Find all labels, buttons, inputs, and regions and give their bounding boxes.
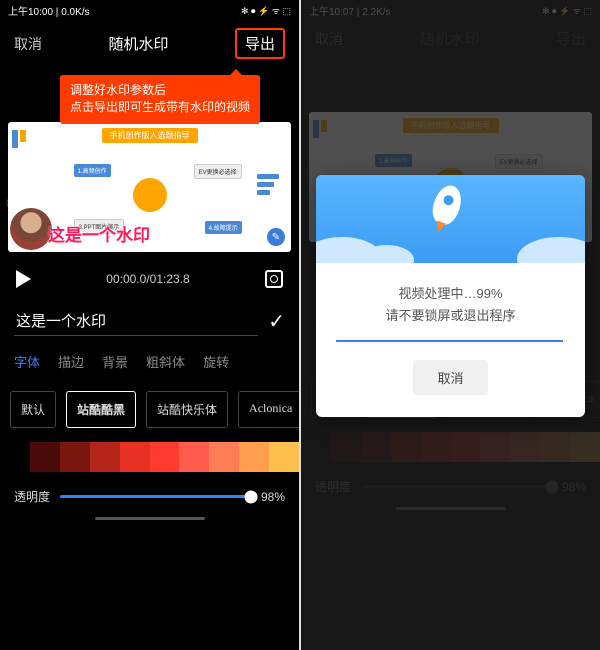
page-title: 随机水印 <box>108 33 168 54</box>
color-swatch[interactable] <box>239 442 269 472</box>
phone-left: 上午10:00 | 0.0K/s ✻ ⏺ ⚡ ᯤ ⬚ 取消 随机水印 导出 调整… <box>0 0 299 650</box>
slider-thumb-icon[interactable] <box>244 490 257 503</box>
diagram-node: 4.故障提示 <box>205 221 242 234</box>
play-icon[interactable] <box>16 270 31 288</box>
watermark-input[interactable] <box>14 306 258 336</box>
font-zkkuaile[interactable]: 站酷快乐体 <box>146 391 228 428</box>
diagram-node: 1.高频创作 <box>74 164 111 177</box>
status-bar: 上午10:00 | 0.0K/s ✻ ⏺ ⚡ ᯤ ⬚ <box>0 0 299 20</box>
tab-bolditalic[interactable]: 粗斜体 <box>146 352 185 371</box>
color-swatch[interactable] <box>179 442 209 472</box>
opacity-label: 透明度 <box>14 488 50 505</box>
color-swatch[interactable] <box>0 442 30 472</box>
opacity-row: 透明度 98% <box>0 478 299 509</box>
diagram-node: EV更换必选择 <box>194 164 242 179</box>
confirm-icon[interactable]: ✓ <box>268 309 285 334</box>
cancel-button[interactable]: 取消 <box>14 34 42 54</box>
tab-rotate[interactable]: 旋转 <box>203 352 229 371</box>
playback-time: 00:00.0/01:23.8 <box>106 272 189 286</box>
color-swatch[interactable] <box>60 442 90 472</box>
color-swatch[interactable] <box>30 442 60 472</box>
tab-stroke[interactable]: 描边 <box>58 352 84 371</box>
status-icons: ✻ ⏺ ⚡ ᯤ ⬚ <box>241 4 291 17</box>
fullscreen-icon[interactable] <box>265 270 283 288</box>
dialog-cancel-button[interactable]: 取消 <box>413 360 487 395</box>
center-node-icon <box>133 178 167 212</box>
progress-bar <box>336 340 565 342</box>
presenter-avatar <box>10 208 52 250</box>
font-aclonica[interactable]: Aclonica <box>238 391 299 428</box>
playback-controls: 00:00.0/01:23.8 <box>0 252 299 300</box>
rocket-icon <box>429 182 466 228</box>
link-badge-icon: ✎ <box>267 228 285 246</box>
color-swatch[interactable] <box>120 442 150 472</box>
color-swatch[interactable] <box>209 442 239 472</box>
watermark-overlay[interactable]: 这是一个水印 <box>48 221 150 246</box>
home-indicator <box>95 517 205 520</box>
dialog-illustration <box>316 175 585 263</box>
export-callout: 调整好水印参数后 点击导出即可生成带有水印的视频 <box>60 75 260 124</box>
slide-title: 手机创作版人选题指导 <box>102 128 198 143</box>
opacity-slider[interactable] <box>60 495 251 498</box>
opacity-value: 98% <box>261 490 285 504</box>
bar-deco-icon <box>257 174 279 195</box>
font-zkkuhei[interactable]: 站酷酷黑 <box>66 391 136 428</box>
status-time: 上午10:00 | 0.0K/s <box>8 3 90 18</box>
tab-background[interactable]: 背景 <box>102 352 128 371</box>
color-palette[interactable] <box>0 442 299 472</box>
top-bar: 取消 随机水印 导出 <box>0 20 299 67</box>
color-swatch[interactable] <box>269 442 299 472</box>
export-button[interactable]: 导出 <box>235 28 285 59</box>
watermark-text-row: ✓ <box>0 300 299 346</box>
font-picker[interactable]: 默认 站酷酷黑 站酷快乐体 Aclonica <box>0 377 299 436</box>
dialog-message-2: 请不要锁屏或退出程序 <box>330 305 571 324</box>
color-swatch[interactable] <box>150 442 180 472</box>
tab-font[interactable]: 字体 <box>14 352 40 371</box>
font-default[interactable]: 默认 <box>10 391 56 428</box>
slide-content: 手机创作版人选题指导 1.高频创作 EV更换必选择 3.PPT图片演示 4.故障… <box>8 122 291 252</box>
callout-line-2: 点击导出即可生成带有水印的视频 <box>70 99 250 116</box>
phone-right: 上午10:07 | 2.2K/s ✻ ⏺ ⚡ ᯤ ⬚ 取消 随机水印 导出 手机… <box>301 0 600 650</box>
callout-line-1: 调整好水印参数后 <box>70 82 250 99</box>
dialog-message-1: 视频处理中…99% <box>330 283 571 302</box>
color-swatch[interactable] <box>90 442 120 472</box>
video-preview: ⦿ 手机创作版人选题指导 1.高频创作 EV更换必选择 3.PPT图片演示 4.… <box>0 122 299 252</box>
style-tabs: 字体 描边 背景 粗斜体 旋转 <box>0 346 299 377</box>
export-progress-dialog: 视频处理中…99% 请不要锁屏或退出程序 取消 <box>316 175 585 417</box>
